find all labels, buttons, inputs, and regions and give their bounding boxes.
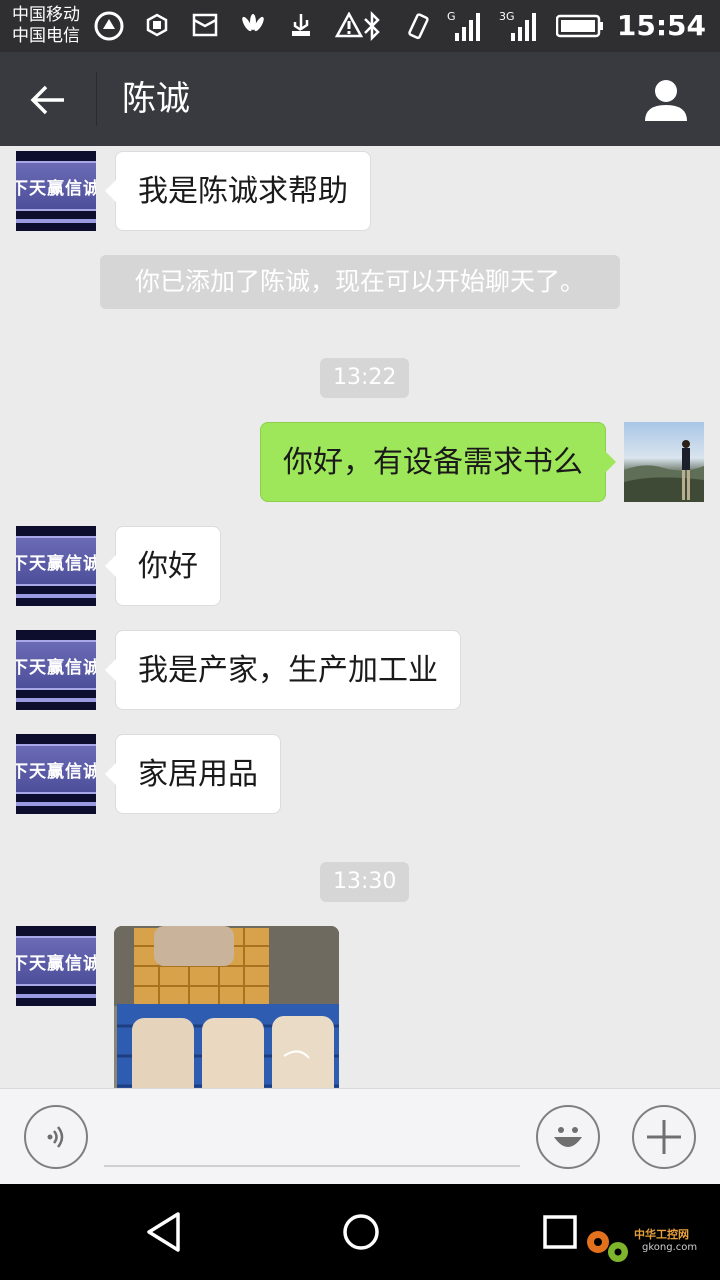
plus-icon: [647, 1120, 681, 1154]
contact-avatar[interactable]: 下天赢信诚: [16, 151, 96, 231]
nav-back-button[interactable]: [138, 1206, 190, 1258]
voice-button[interactable]: [24, 1105, 88, 1169]
avatar-stripe: [16, 219, 96, 223]
nav-back-icon: [147, 1212, 180, 1252]
contact-avatar[interactable]: 下天赢信诚: [16, 734, 96, 814]
back-button[interactable]: [22, 74, 74, 126]
network-1-label: G: [447, 10, 456, 23]
nav-recents-button[interactable]: [534, 1206, 586, 1258]
message-input[interactable]: [104, 1109, 520, 1167]
hand-icon: [140, 8, 174, 42]
chat-header: 陈诚: [0, 52, 720, 146]
carrier-1: 中国移动: [12, 5, 80, 25]
my-avatar-photo: [624, 440, 704, 502]
avatar-plaque-text: 下天赢信诚: [16, 936, 96, 986]
notification-icons: [92, 8, 366, 42]
outgoing-message[interactable]: 你好，有设备需求书么: [260, 422, 616, 502]
network-2-label: 3G: [499, 10, 515, 23]
battery-icon: [555, 9, 605, 43]
status-bar: 中国移动 中国电信 G 3G 15:54: [0, 0, 720, 52]
gear-logo-icon: [587, 1231, 628, 1262]
contact-avatar[interactable]: 下天赢信诚: [16, 926, 96, 1006]
back-arrow-icon: [30, 85, 64, 115]
emoji-button[interactable]: [536, 1105, 600, 1169]
avatar-plaque-text: 下天赢信诚: [16, 536, 96, 586]
signal-3g-icon: 3G: [499, 9, 543, 43]
timestamp: 13:22: [320, 358, 410, 398]
voice-icon: [47, 1126, 64, 1148]
bluetooth-icon: [355, 9, 389, 43]
watermark: 中华工控网 gkong.com: [582, 1220, 712, 1272]
usb-icon: [284, 8, 318, 42]
timestamp: 13:30: [320, 862, 410, 902]
incoming-message[interactable]: 我是陈诚求帮助: [105, 151, 371, 231]
person-icon: [645, 80, 687, 121]
avatar-stripe: [16, 994, 96, 998]
carrier-labels: 中国移动 中国电信: [12, 5, 80, 47]
watermark-text: 中华工控网: [634, 1228, 689, 1241]
contact-profile-button[interactable]: [642, 76, 690, 124]
system-notice: 你已添加了陈诚，现在可以开始聊天了。: [100, 255, 620, 309]
system-icons: G 3G 15:54: [355, 8, 706, 44]
clock: 15:54: [616, 9, 706, 42]
my-avatar[interactable]: [624, 422, 704, 502]
contact-avatar[interactable]: 下天赢信诚: [16, 526, 96, 606]
mail-icon: [188, 8, 222, 42]
incoming-message[interactable]: 你好: [105, 526, 221, 606]
watermark-url: gkong.com: [642, 1242, 698, 1253]
incoming-message[interactable]: 我是产家，生产加工业: [105, 630, 461, 710]
incoming-message[interactable]: 家居用品: [105, 734, 281, 814]
avatar-stripe: [16, 802, 96, 806]
product-photo: [114, 926, 339, 1088]
nav-home-icon: [343, 1214, 379, 1250]
nav-home-button[interactable]: [335, 1206, 387, 1258]
message-input-bar: [0, 1088, 720, 1184]
header-divider: [96, 72, 97, 126]
emoji-icon: [554, 1127, 582, 1147]
avatar-plaque-text: 下天赢信诚: [16, 640, 96, 690]
system-navigation-bar: 中华工控网 gkong.com: [0, 1184, 720, 1280]
contact-avatar[interactable]: 下天赢信诚: [16, 630, 96, 710]
avatar-plaque-text: 下天赢信诚: [16, 161, 96, 211]
avatar-stripe: [16, 698, 96, 702]
huawei-icon: [236, 8, 270, 42]
nav-recents-icon: [543, 1215, 577, 1249]
alarm-icon: [92, 8, 126, 42]
carrier-2: 中国电信: [12, 26, 80, 46]
signal-icon: G: [447, 9, 487, 43]
page-title: 陈诚: [122, 79, 190, 119]
more-button[interactable]: [632, 1105, 696, 1169]
avatar-plaque-text: 下天赢信诚: [16, 744, 96, 794]
avatar-stripe: [16, 594, 96, 598]
vibrate-icon: [401, 9, 435, 43]
chat-message-list[interactable]: 下天赢信诚 我是陈诚求帮助 你已添加了陈诚，现在可以开始聊天了。 13:22 你…: [0, 146, 720, 1088]
incoming-image-message[interactable]: [114, 926, 339, 1088]
